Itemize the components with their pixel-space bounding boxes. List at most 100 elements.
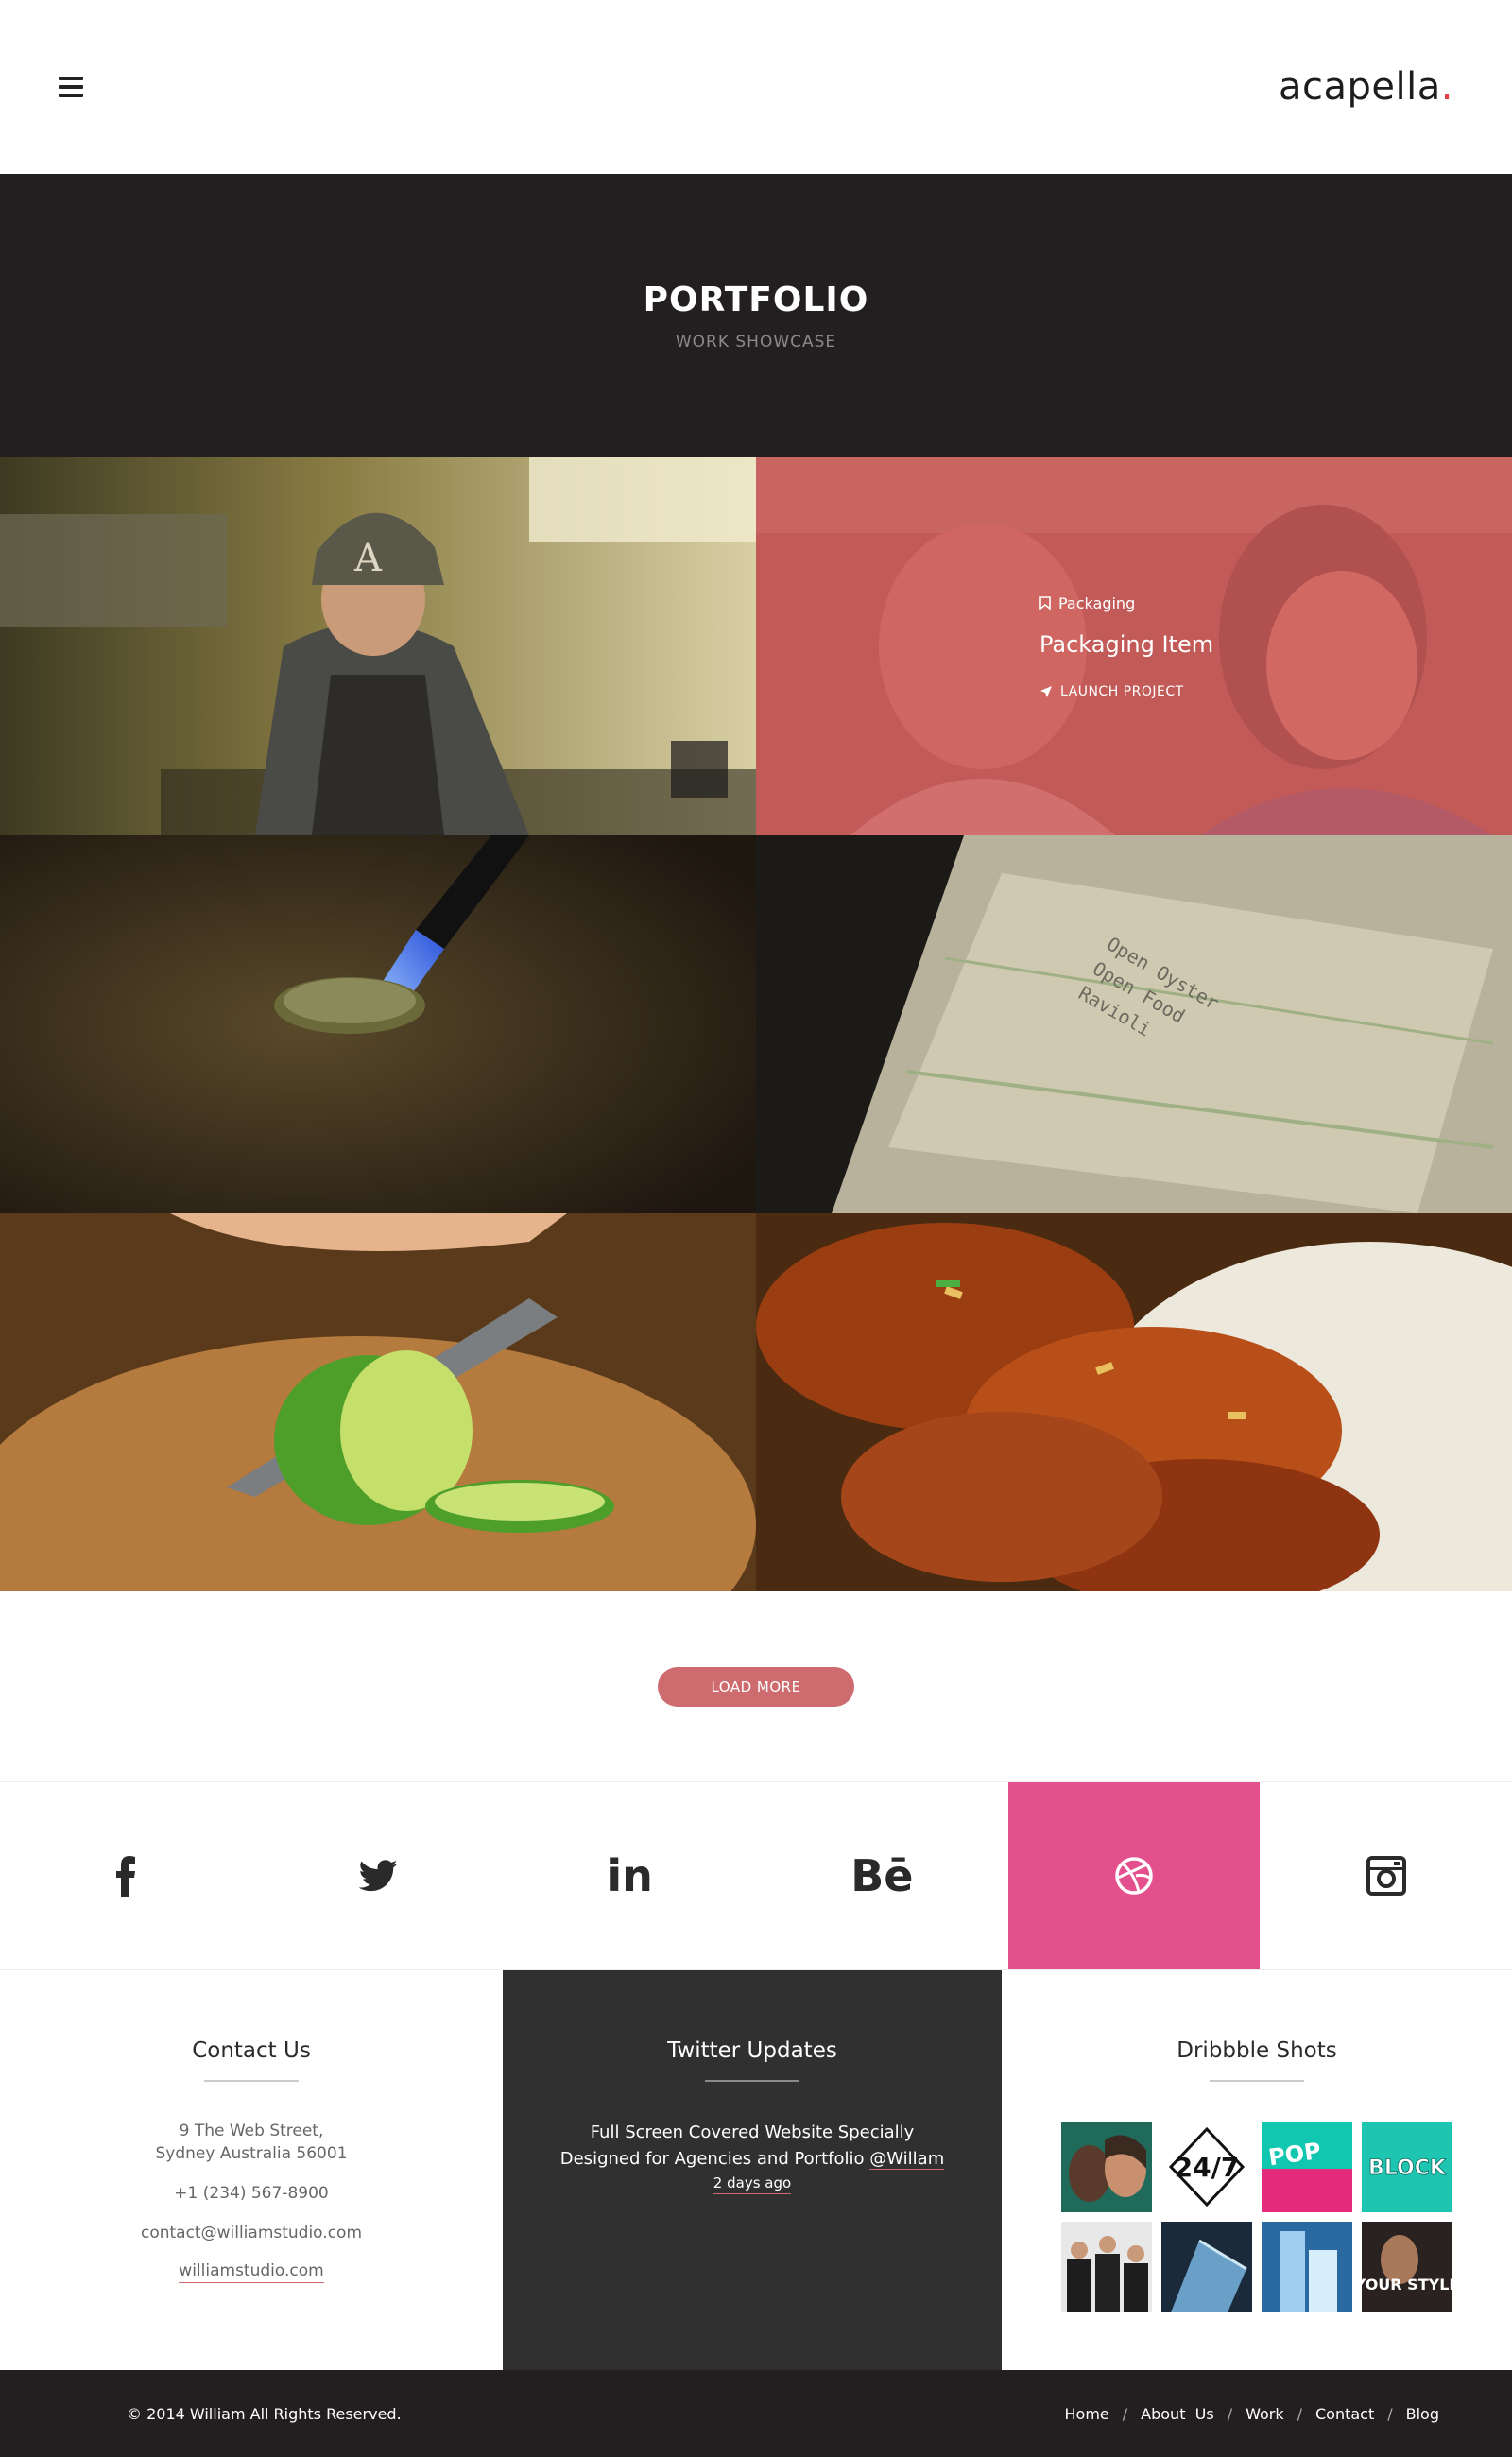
- contact-heading: Contact Us: [192, 2038, 311, 2063]
- dribbble-link[interactable]: [1007, 1782, 1261, 1969]
- chef-photo: A: [0, 457, 756, 835]
- shot-label-style: YOUR STYLE: [1362, 2276, 1452, 2294]
- wings-photo: [756, 1213, 1512, 1591]
- nav-separator: /: [1297, 2404, 1302, 2423]
- shot-label-247: 24/7: [1175, 2152, 1240, 2183]
- dribbble-shot[interactable]: [1061, 2122, 1152, 2212]
- item-category[interactable]: Packaging: [1040, 594, 1228, 612]
- launch-project-link[interactable]: LAUNCH PROJECT: [1040, 684, 1228, 699]
- footer-nav-home[interactable]: Home: [1065, 2405, 1109, 2423]
- dribbble-shot[interactable]: [1161, 2222, 1252, 2312]
- torch-photo: [0, 835, 756, 1213]
- facebook-icon: [116, 1856, 136, 1897]
- shot-thumbnail: [1262, 2222, 1352, 2312]
- shot-thumbnail: [1161, 2222, 1252, 2312]
- dribbble-shot[interactable]: [1262, 2222, 1352, 2312]
- footer-nav-work[interactable]: Work: [1246, 2405, 1284, 2423]
- portfolio-grid: A Packaging Packaging Item LAUNCH PROJEC…: [0, 457, 1512, 1591]
- logo-dot: .: [1440, 65, 1453, 109]
- copyright: © 2014 William All Rights Reserved.: [127, 2404, 402, 2423]
- heading-divider: [204, 2080, 299, 2082]
- twitter-heading: Twitter Updates: [667, 2038, 837, 2063]
- page-title: PORTFOLIO: [643, 280, 869, 319]
- tweet-handle-link[interactable]: @Willam: [869, 2149, 945, 2170]
- hamburger-bar: [59, 85, 83, 89]
- shot-thumbnail: BLOCK: [1362, 2122, 1452, 2212]
- footer-nav-contact[interactable]: Contact: [1315, 2405, 1374, 2423]
- shot-label-block: BLOCK: [1368, 2156, 1447, 2180]
- website-link[interactable]: williamstudio.com: [179, 2261, 324, 2283]
- footer-columns: Contact Us 9 The Web Street, Sydney Aust…: [0, 1970, 1512, 2370]
- item-category-label: Packaging: [1058, 593, 1136, 612]
- bottom-bar: © 2014 William All Rights Reserved. Home…: [0, 2370, 1512, 2457]
- dribbble-heading: Dribbble Shots: [1177, 2038, 1337, 2063]
- tweet-line-2: Designed for Agencies and Portfolio: [559, 2149, 865, 2169]
- top-header: acapella.: [0, 0, 1512, 174]
- address-line-2: Sydney Australia 56001: [155, 2144, 348, 2163]
- receipts-photo: Open Oyster Open Food Ravioli: [756, 835, 1512, 1213]
- instagram-link[interactable]: [1260, 1782, 1512, 1969]
- nav-separator: /: [1227, 2404, 1233, 2423]
- social-bar: in Bē: [0, 1782, 1512, 1970]
- linkedin-link[interactable]: in: [504, 1782, 756, 1969]
- dribbble-shot[interactable]: [1061, 2222, 1152, 2312]
- dribbble-column: Dribbble Shots 24/7 POP BLOCK OUR STYL: [1002, 1970, 1512, 2370]
- load-more-wrap: LOAD MORE: [0, 1591, 1512, 1782]
- twitter-icon: [358, 1860, 398, 1892]
- dribbble-shot[interactable]: YOUR STYLE: [1362, 2222, 1452, 2312]
- bookmark-icon: [1040, 596, 1051, 610]
- behance-icon: Bē: [850, 1850, 914, 1901]
- dribbble-shot[interactable]: BLOCK: [1362, 2122, 1452, 2212]
- tweet-text: Full Screen Covered Website Specially De…: [544, 2120, 960, 2173]
- footer-nav-blog[interactable]: Blog: [1406, 2405, 1439, 2423]
- dribbble-shot[interactable]: 24/7: [1161, 2122, 1252, 2212]
- heading-divider: [1210, 2080, 1304, 2082]
- address: 9 The Web Street, Sydney Australia 56001: [155, 2120, 347, 2165]
- footer-nav-about[interactable]: About Us: [1141, 2405, 1214, 2423]
- item-title: Packaging Item: [1040, 630, 1214, 658]
- instagram-icon: [1366, 1856, 1406, 1896]
- dribbble-shot[interactable]: POP: [1262, 2122, 1352, 2212]
- dribbble-shots-grid: 24/7 POP BLOCK OUR STYL: [1061, 2122, 1452, 2312]
- dribbble-icon: [1115, 1857, 1153, 1895]
- nav-separator: /: [1387, 2404, 1393, 2423]
- tweet-time-link[interactable]: 2 days ago: [713, 2174, 792, 2194]
- portfolio-item-chef[interactable]: A: [0, 457, 756, 835]
- facebook-link[interactable]: [0, 1782, 252, 1969]
- rocket-icon: [1040, 685, 1052, 697]
- twitter-link[interactable]: [252, 1782, 505, 1969]
- page-hero: PORTFOLIO WORK SHOWCASE: [0, 174, 1512, 457]
- twitter-column: Twitter Updates Full Screen Covered Webs…: [503, 1970, 1002, 2370]
- email-address[interactable]: contact@williamstudio.com: [141, 2222, 362, 2244]
- phone-number: +1 (234) 567-8900: [174, 2184, 329, 2203]
- shot-thumbnail: YOUR STYLE: [1362, 2222, 1452, 2312]
- launch-project-label: LAUNCH PROJECT: [1060, 683, 1184, 699]
- contact-column: Contact Us 9 The Web Street, Sydney Aust…: [0, 1970, 503, 2370]
- shot-thumbnail: [1061, 2122, 1152, 2212]
- portfolio-item-lime[interactable]: [0, 1213, 756, 1591]
- portfolio-item-wings[interactable]: [756, 1213, 1512, 1591]
- footer-nav: Home / About Us / Work / Contact / Blog: [1065, 2405, 1439, 2423]
- hamburger-bar: [59, 77, 83, 80]
- shot-thumbnail: [1061, 2222, 1152, 2312]
- address-line-1: 9 The Web Street,: [179, 2122, 324, 2140]
- item-hover-overlay: Packaging Packaging Item LAUNCH PROJECT: [756, 457, 1512, 835]
- logo[interactable]: acapella.: [1279, 65, 1453, 109]
- behance-link[interactable]: Bē: [756, 1782, 1008, 1969]
- load-more-button[interactable]: LOAD MORE: [658, 1666, 854, 1707]
- portfolio-item-torch[interactable]: [0, 835, 756, 1213]
- portfolio-item-packaging[interactable]: Packaging Packaging Item LAUNCH PROJECT: [756, 457, 1512, 835]
- nav-separator: /: [1122, 2404, 1128, 2423]
- linkedin-icon: in: [607, 1850, 653, 1901]
- shot-thumbnail: POP: [1262, 2122, 1352, 2212]
- heading-divider: [705, 2080, 799, 2082]
- tweet-line-1: Full Screen Covered Website Specially: [590, 2122, 915, 2142]
- svg-text:A: A: [353, 537, 383, 580]
- hamburger-icon[interactable]: [59, 77, 83, 97]
- shot-thumbnail: 24/7: [1161, 2122, 1252, 2212]
- lime-photo: [0, 1213, 756, 1591]
- page-subtitle: WORK SHOWCASE: [675, 332, 837, 352]
- portfolio-item-receipts[interactable]: Open Oyster Open Food Ravioli: [756, 835, 1512, 1213]
- logo-text: acapella: [1279, 65, 1441, 109]
- hamburger-bar: [59, 94, 83, 97]
